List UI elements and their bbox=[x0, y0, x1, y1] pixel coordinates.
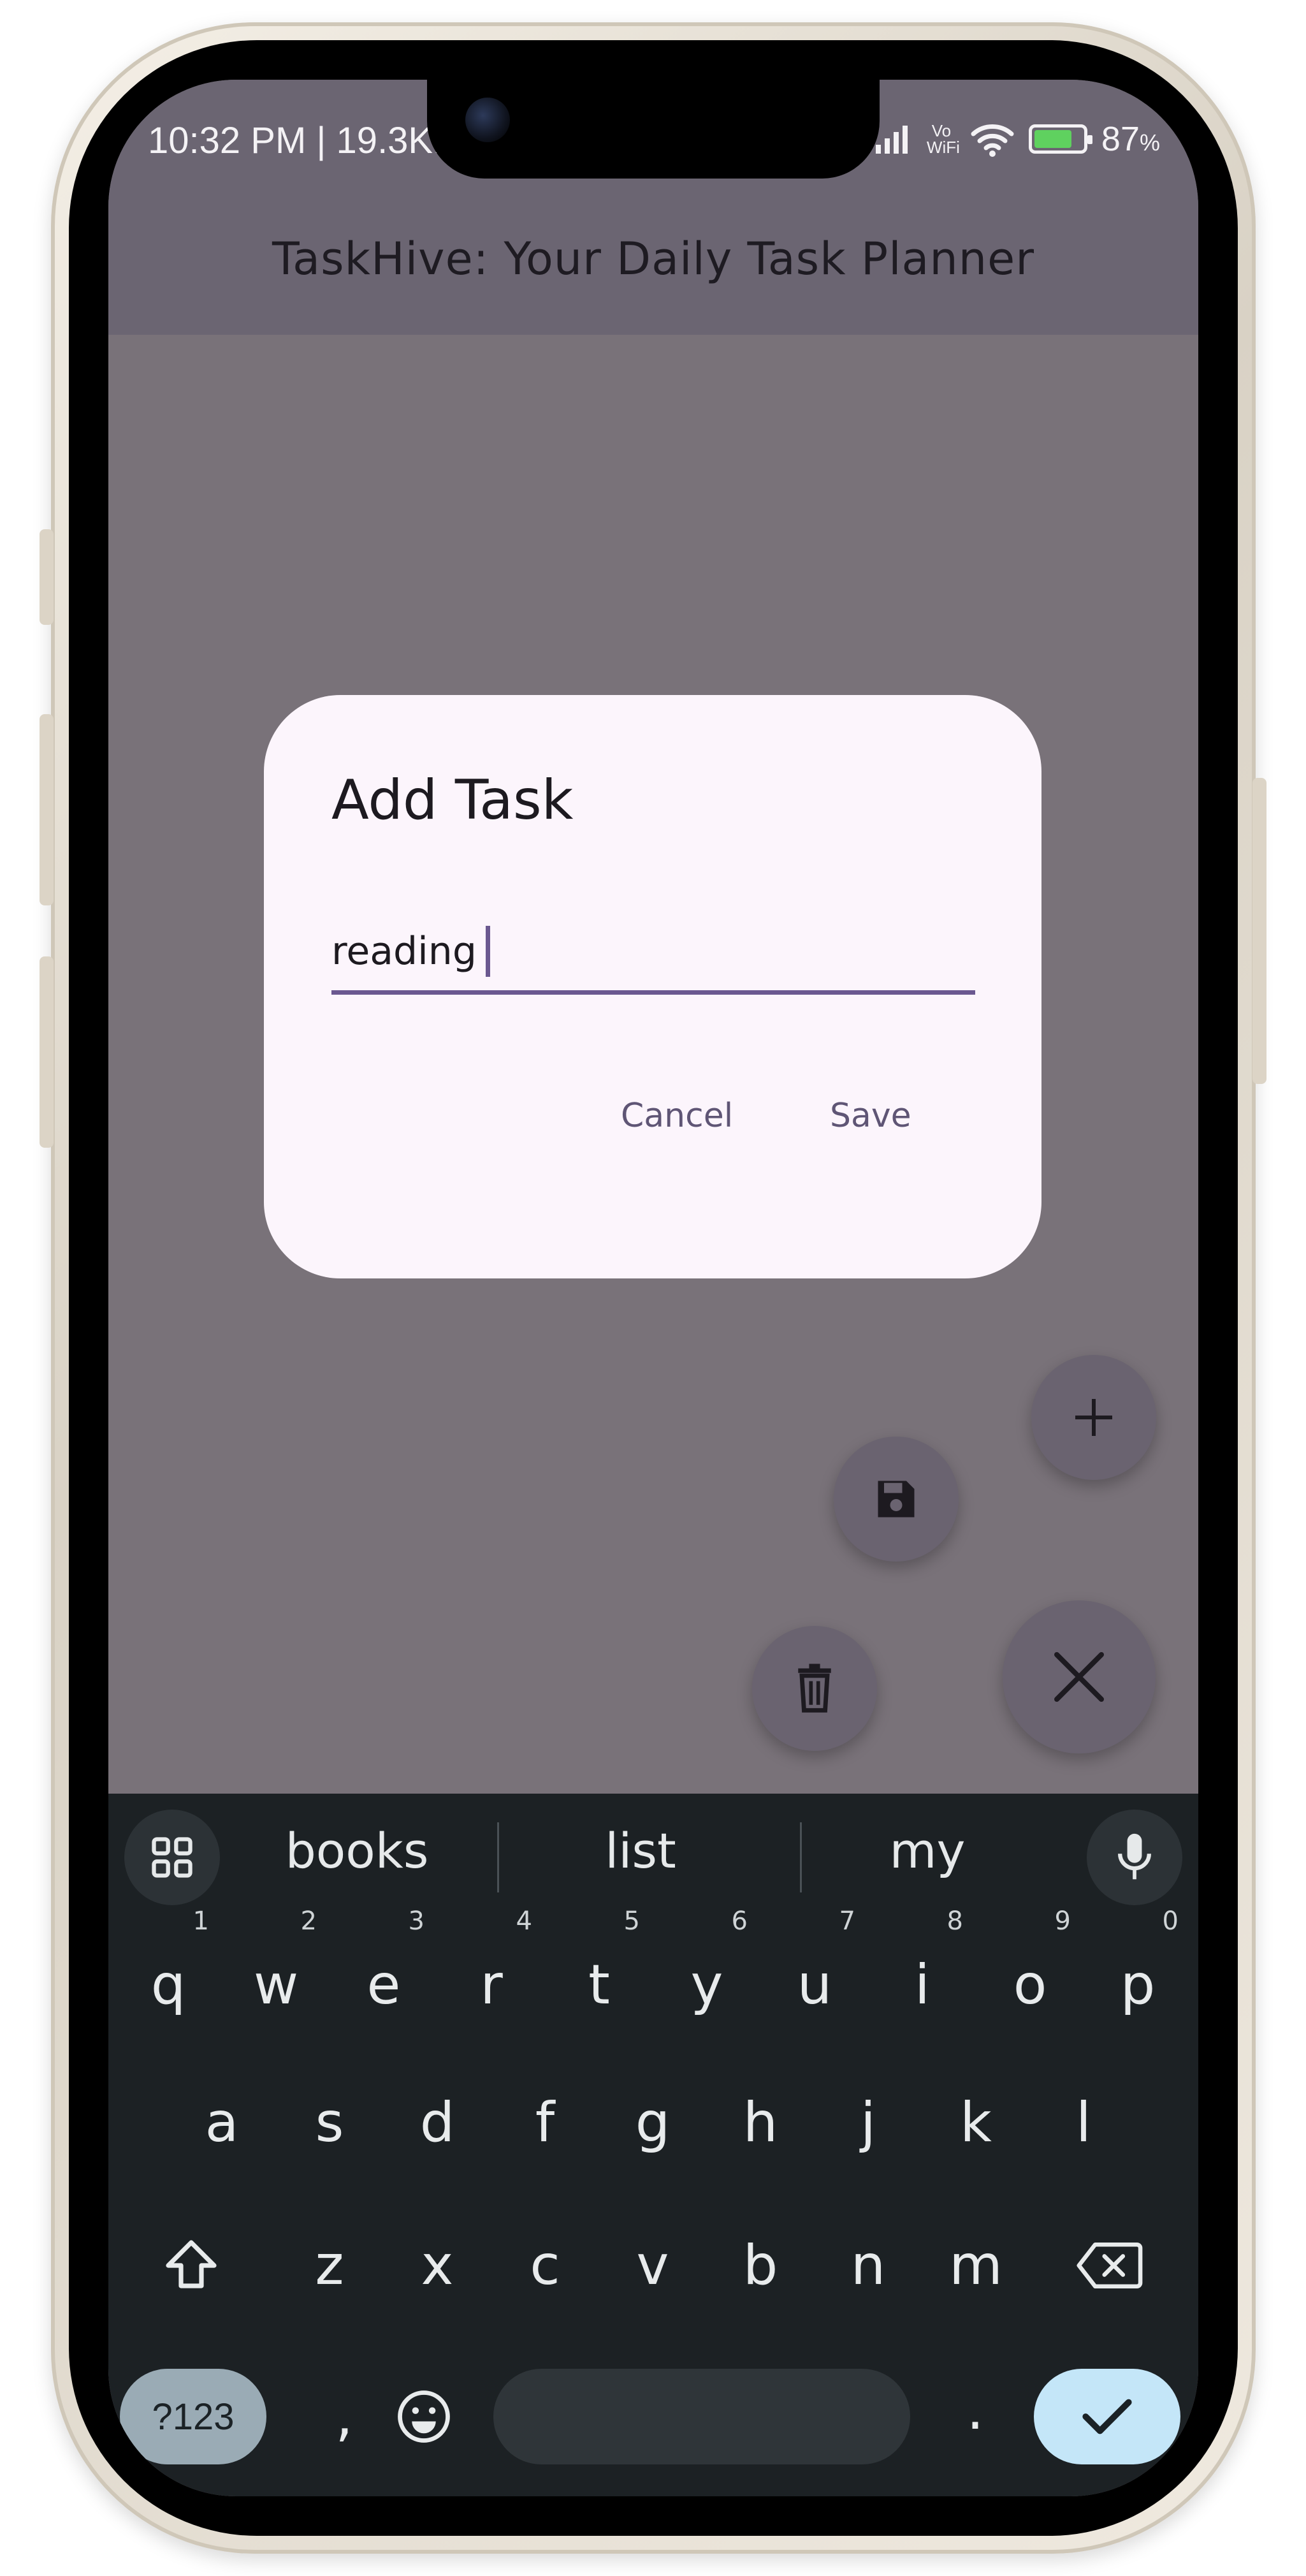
save-tasks-fab[interactable] bbox=[834, 1437, 959, 1562]
enter-key[interactable] bbox=[1034, 2369, 1180, 2464]
key-o[interactable]: o9 bbox=[985, 1908, 1075, 2036]
backspace-key[interactable] bbox=[1052, 2214, 1166, 2316]
suggestion-divider bbox=[800, 1822, 802, 1892]
task-input-value: reading bbox=[331, 928, 477, 974]
plus-icon bbox=[1075, 1399, 1112, 1436]
close-icon bbox=[1054, 1652, 1104, 1702]
signal-icon bbox=[875, 126, 908, 154]
symbols-key[interactable]: ?123 bbox=[120, 2369, 266, 2464]
battery-percent: 87% bbox=[1101, 120, 1160, 158]
volume-down-button bbox=[40, 956, 54, 1148]
wifi-icon bbox=[971, 124, 1014, 157]
key-u[interactable]: u7 bbox=[770, 1908, 859, 2036]
floppy-disk-icon bbox=[878, 1481, 915, 1518]
cancel-button[interactable]: Cancel bbox=[621, 1097, 733, 1135]
add-task-dialog: Add Task reading Cancel Save bbox=[264, 695, 1041, 1278]
key-h[interactable]: h bbox=[716, 2072, 805, 2174]
key-e[interactable]: e3 bbox=[339, 1908, 428, 2036]
key-b[interactable]: b bbox=[716, 2214, 805, 2316]
key-f[interactable]: f bbox=[500, 2072, 590, 2174]
close-menu-fab[interactable] bbox=[1003, 1600, 1156, 1753]
save-button[interactable]: Save bbox=[830, 1097, 911, 1135]
suggestion-2[interactable]: list bbox=[545, 1822, 736, 1879]
microphone-icon bbox=[1118, 1833, 1151, 1880]
key-j[interactable]: j bbox=[824, 2072, 913, 2174]
key-c[interactable]: c bbox=[500, 2214, 590, 2316]
key-g[interactable]: g bbox=[608, 2072, 697, 2174]
dialog-title: Add Task bbox=[331, 768, 574, 832]
task-name-input[interactable]: reading bbox=[331, 912, 975, 995]
app-title: TaskHive: Your Daily Task Planner bbox=[272, 233, 1034, 285]
key-p[interactable]: p0 bbox=[1093, 1908, 1182, 2036]
front-camera bbox=[465, 98, 510, 142]
checkmark-icon bbox=[1082, 2399, 1132, 2434]
key-z[interactable]: z bbox=[285, 2214, 374, 2316]
battery-icon bbox=[1028, 124, 1092, 154]
suggestion-3[interactable]: my bbox=[832, 1822, 1023, 1879]
backspace-icon bbox=[1077, 2243, 1143, 2288]
key-s[interactable]: s bbox=[285, 2072, 374, 2174]
key-x[interactable]: x bbox=[393, 2214, 482, 2316]
key-k[interactable]: k bbox=[931, 2072, 1020, 2174]
key-i[interactable]: i8 bbox=[878, 1908, 967, 2036]
comma-key[interactable]: , bbox=[300, 2366, 389, 2468]
vowifi-label: Vo WiFi bbox=[926, 121, 960, 157]
grid-icon bbox=[152, 1837, 192, 1878]
apps-grid-button[interactable] bbox=[124, 1810, 220, 1905]
key-m[interactable]: m bbox=[931, 2214, 1020, 2316]
emoji-icon bbox=[398, 2390, 450, 2443]
text-cursor bbox=[485, 925, 490, 977]
key-l[interactable]: l bbox=[1039, 2072, 1128, 2174]
key-r[interactable]: r4 bbox=[447, 1908, 536, 2036]
voice-input-button[interactable] bbox=[1087, 1810, 1182, 1905]
soft-keyboard: books list my q1 w2 e3 r4 t5 y6 u7 i8 o9… bbox=[108, 1794, 1198, 2496]
key-n[interactable]: n bbox=[824, 2214, 913, 2316]
key-d[interactable]: d bbox=[393, 2072, 482, 2174]
shift-icon bbox=[166, 2240, 217, 2288]
space-bar[interactable] bbox=[493, 2369, 910, 2464]
volume-up-button bbox=[40, 714, 54, 905]
key-v[interactable]: v bbox=[608, 2214, 697, 2316]
suggestion-divider bbox=[497, 1822, 499, 1892]
trash-icon bbox=[798, 1664, 831, 1713]
key-a[interactable]: a bbox=[177, 2072, 266, 2174]
power-button bbox=[1252, 778, 1266, 1084]
key-q[interactable]: q1 bbox=[124, 1908, 213, 2036]
key-y[interactable]: y6 bbox=[662, 1908, 751, 2036]
mute-switch bbox=[40, 529, 54, 625]
add-task-fab[interactable] bbox=[1031, 1355, 1156, 1480]
key-w[interactable]: w2 bbox=[231, 1908, 321, 2036]
key-t[interactable]: t5 bbox=[555, 1908, 644, 2036]
phone-screen: 10:32 PM | 19.3KB/s Vo WiFi 87% TaskHive… bbox=[108, 80, 1198, 2496]
period-key[interactable]: . bbox=[931, 2359, 1020, 2461]
delete-tasks-fab[interactable] bbox=[752, 1626, 877, 1751]
status-icons: Vo WiFi 87% bbox=[874, 119, 1160, 159]
suggestion-bar: books list my bbox=[108, 1794, 1198, 1915]
emoji-key[interactable] bbox=[376, 2369, 472, 2464]
suggestion-1[interactable]: books bbox=[261, 1822, 453, 1879]
shift-key[interactable] bbox=[134, 2214, 249, 2316]
